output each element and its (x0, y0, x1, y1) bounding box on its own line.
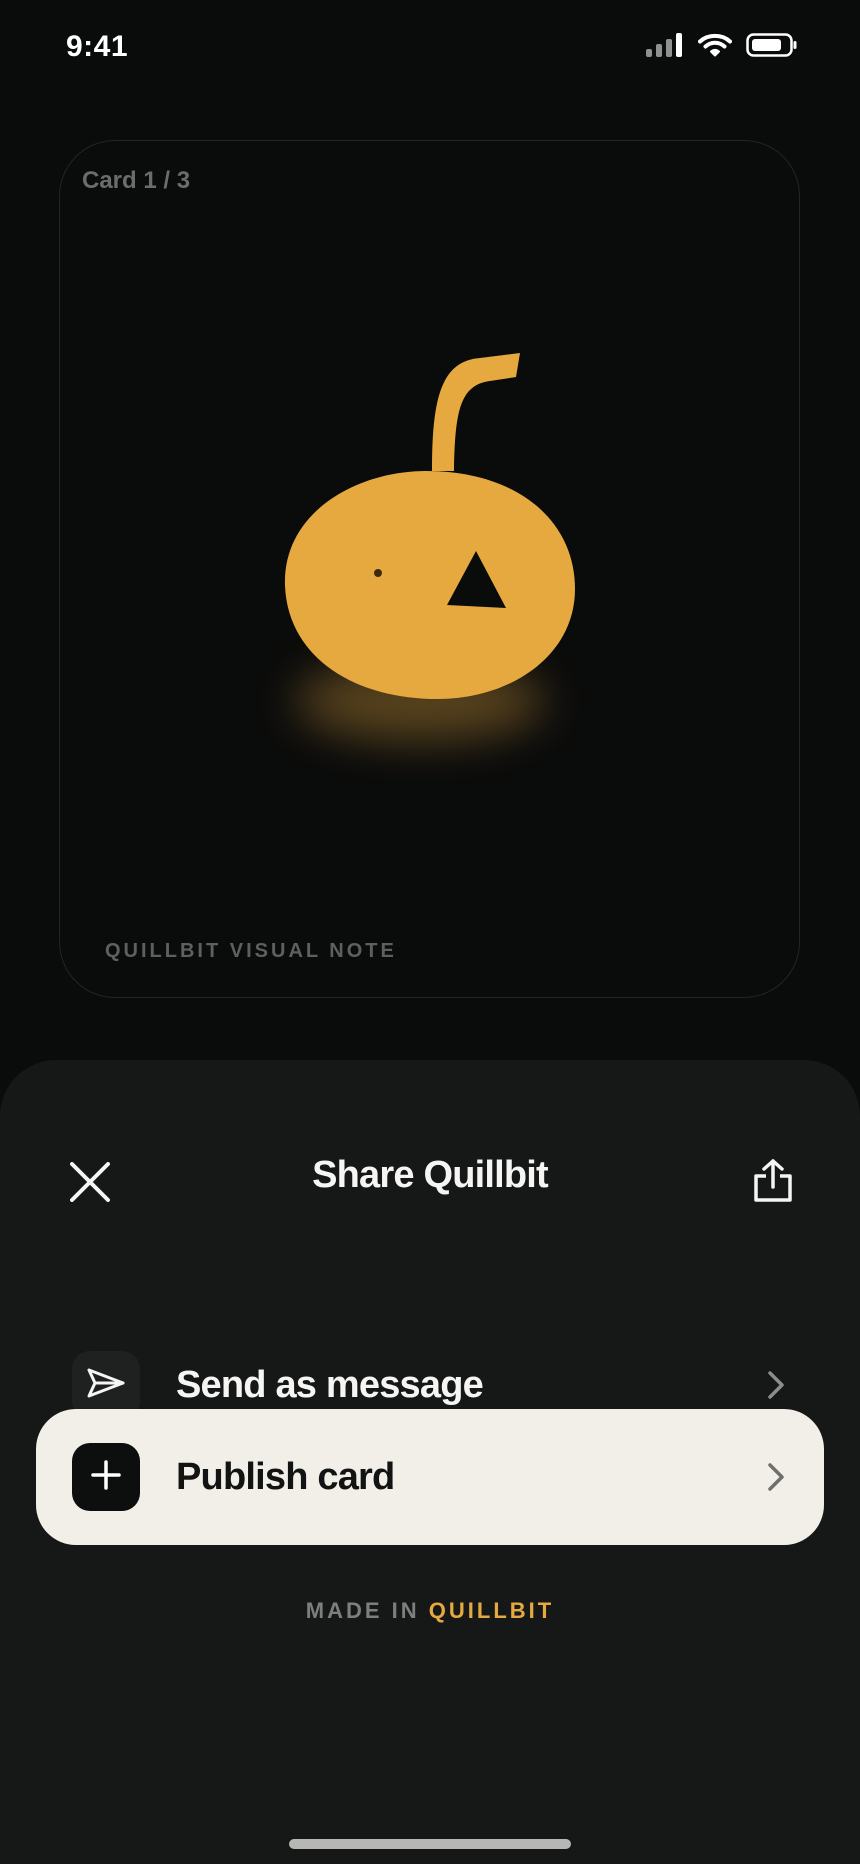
share-icon (753, 1158, 793, 1208)
share-sheet: Share Quillbit Send as message Publish c… (0, 1060, 860, 1864)
home-indicator[interactable] (289, 1839, 571, 1849)
footer-prefix: MADE IN (305, 1598, 420, 1623)
sheet-title: Share Quillbit (312, 1154, 549, 1196)
status-bar: 9:41 (0, 0, 860, 100)
chevron-right-icon (768, 1371, 784, 1399)
card-caption: QUILLBIT VISUAL NOTE (105, 940, 397, 962)
cellular-signal-icon (646, 33, 684, 62)
paper-plane-icon (86, 1367, 126, 1404)
chevron-right-icon (768, 1463, 784, 1491)
card-preview[interactable]: Card 1 / 3 QUILLBIT VISUAL NOTE (59, 140, 800, 998)
sheet-header: Share Quillbit (0, 1060, 860, 1250)
wifi-icon (698, 33, 732, 62)
footer-brand: QUILLBIT (428, 1598, 555, 1623)
publish-icon-box (72, 1443, 140, 1511)
publish-card-label: Publish card (176, 1455, 395, 1498)
publish-card-option[interactable]: Publish card (36, 1409, 824, 1545)
battery-icon (746, 33, 798, 62)
share-button[interactable] (746, 1154, 800, 1212)
plus-icon (90, 1459, 122, 1496)
status-icons (646, 33, 798, 62)
card-illustration (284, 353, 575, 741)
made-in-footer: MADE IN QUILLBIT (0, 1598, 860, 1624)
status-time: 9:41 (66, 30, 129, 63)
